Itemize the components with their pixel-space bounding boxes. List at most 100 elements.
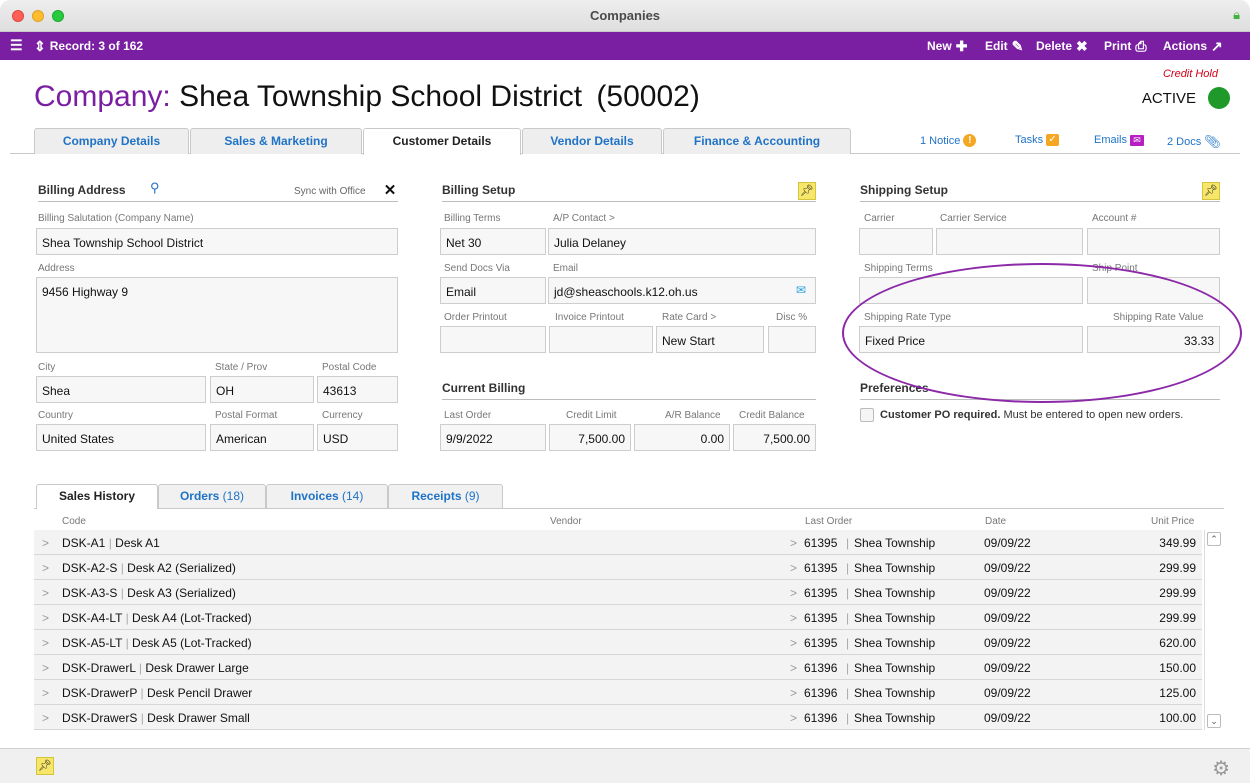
print-button[interactable]: Print ⎙ xyxy=(1104,39,1147,53)
expand-arrow-icon[interactable]: > xyxy=(42,536,49,550)
send-docs-field[interactable]: Email xyxy=(440,277,546,304)
table-row[interactable]: > >61395 | Shea Township 09/09/22 349.99 DSK-A… xyxy=(34,530,1202,555)
table-row[interactable]: > >61396 | Shea Township 09/09/22 100.00 DSK-D… xyxy=(34,705,1202,730)
notices-link[interactable]: 1 Notice! xyxy=(920,134,977,147)
edit-button[interactable]: Edit ✎ xyxy=(985,39,1023,53)
table-row[interactable]: > >61395 | Shea Township 09/09/22 299.99 DSK-A… xyxy=(34,605,1202,630)
column-header-last-order[interactable]: Last Order xyxy=(805,516,852,527)
email-field[interactable]: jd@sheaschools.k12.oh.us xyxy=(548,277,816,304)
delete-button[interactable]: Delete ✖ xyxy=(1036,39,1088,53)
carrier-service-field[interactable] xyxy=(936,228,1083,255)
shipping-terms-label: Shipping Terms xyxy=(864,263,933,274)
ap-contact-field[interactable]: Julia Delaney xyxy=(548,228,816,255)
status-indicator[interactable] xyxy=(1208,87,1230,109)
sync-checkbox[interactable]: ✕ xyxy=(382,183,398,199)
state-field[interactable]: OH xyxy=(210,376,314,403)
code-separator: | xyxy=(122,636,133,650)
tab-finance-accounting[interactable]: Finance & Accounting xyxy=(663,128,851,154)
order-arrow-icon[interactable]: > xyxy=(790,586,797,600)
footer-pin-icon[interactable]: 📌︎ xyxy=(36,757,54,775)
country-label: Country xyxy=(38,410,74,421)
tab-invoices[interactable]: Invoices (14) xyxy=(266,484,388,508)
new-button[interactable]: New ✚ xyxy=(927,39,967,53)
order-arrow-icon[interactable]: > xyxy=(790,711,797,725)
expand-arrow-icon[interactable]: > xyxy=(42,686,49,700)
actions-button[interactable]: Actions ↗ xyxy=(1163,39,1223,53)
scroll-up-icon[interactable]: ⌃ xyxy=(1207,532,1221,546)
po-required-checkbox[interactable] xyxy=(860,408,874,422)
expand-arrow-icon[interactable]: > xyxy=(42,611,49,625)
disc-label: Disc % xyxy=(776,312,808,323)
docs-link[interactable]: 2 Docs 📎︎ xyxy=(1167,134,1221,150)
send-email-icon[interactable]: ✉ xyxy=(796,283,806,297)
expand-arrow-icon[interactable]: > xyxy=(42,636,49,650)
order-arrow-icon[interactable]: > xyxy=(790,561,797,575)
emails-link[interactable]: Emails ✉ xyxy=(1094,134,1145,146)
tab-sales-history[interactable]: Sales History xyxy=(36,484,158,509)
rate-card-field[interactable]: New Start xyxy=(656,326,764,353)
postal-format-field[interactable]: American xyxy=(210,424,314,451)
order-printout-field[interactable] xyxy=(440,326,546,353)
gear-icon[interactable]: ⚙ xyxy=(1212,756,1230,781)
order-number: 61395 xyxy=(804,636,838,650)
column-header-date[interactable]: Date xyxy=(985,516,1006,527)
list-menu-button[interactable]: ☰ xyxy=(10,38,23,52)
tab-receipts[interactable]: Receipts (9) xyxy=(388,484,503,508)
last-order-field[interactable]: 9/9/2022 xyxy=(440,424,546,451)
order-date: 09/09/22 xyxy=(984,586,1031,600)
credit-balance-field[interactable]: 7,500.00 xyxy=(733,424,816,451)
credit-limit-field[interactable]: 7,500.00 xyxy=(549,424,631,451)
address-field[interactable]: 9456 Highway 9 xyxy=(36,277,398,353)
order-printout-label: Order Printout xyxy=(444,312,507,323)
table-row[interactable]: > >61395 | Shea Township 09/09/22 620.00 DSK-A… xyxy=(34,630,1202,655)
ar-balance-field[interactable]: 0.00 xyxy=(634,424,730,451)
column-header-code[interactable]: Code xyxy=(62,516,86,527)
scroll-down-icon[interactable]: ⌄ xyxy=(1207,714,1221,728)
carrier-label: Carrier xyxy=(864,213,895,224)
table-row[interactable]: > >61396 | Shea Township 09/09/22 125.00 DSK-D… xyxy=(34,680,1202,705)
billing-terms-field[interactable]: Net 30 xyxy=(440,228,546,255)
table-scrollbar[interactable]: ⌃ ⌄ xyxy=(1204,530,1222,730)
rate-card-label[interactable]: Rate Card > xyxy=(662,312,716,323)
ap-contact-label[interactable]: A/P Contact > xyxy=(553,213,615,224)
column-header-unit-price[interactable]: Unit Price xyxy=(1151,516,1194,527)
order-arrow-icon[interactable]: > xyxy=(790,661,797,675)
record-navigator[interactable]: ⇕ Record: 3 of 162 xyxy=(34,39,143,53)
order-arrow-icon[interactable]: > xyxy=(790,536,797,550)
salutation-field[interactable]: Shea Township School District xyxy=(36,228,398,255)
postal-field[interactable]: 43613 xyxy=(317,376,398,403)
x-icon: ✖ xyxy=(1076,38,1088,54)
tab-customer-details[interactable]: Customer Details xyxy=(363,128,521,155)
order-arrow-icon[interactable]: > xyxy=(790,636,797,650)
order-arrow-icon[interactable]: > xyxy=(790,686,797,700)
item-code: DSK-DrawerL xyxy=(62,661,136,675)
tab-sales-marketing[interactable]: Sales & Marketing xyxy=(190,128,362,154)
order-arrow-icon[interactable]: > xyxy=(790,611,797,625)
expand-arrow-icon[interactable]: > xyxy=(42,661,49,675)
country-field[interactable]: United States xyxy=(36,424,206,451)
table-row[interactable]: > >61395 | Shea Township 09/09/22 299.99 DSK-A… xyxy=(34,555,1202,580)
city-field[interactable]: Shea xyxy=(36,376,206,403)
expand-arrow-icon[interactable]: > xyxy=(42,561,49,575)
ar-balance-label: A/R Balance xyxy=(665,410,721,421)
location-pin-icon[interactable]: ⚲ xyxy=(150,180,160,196)
expand-arrow-icon[interactable]: > xyxy=(42,586,49,600)
table-row[interactable]: > >61395 | Shea Township 09/09/22 299.99 DSK-A… xyxy=(34,580,1202,605)
unit-price: 620.00 xyxy=(1159,636,1196,650)
tasks-link[interactable]: Tasks ✓ xyxy=(1015,134,1060,146)
column-header-vendor[interactable]: Vendor xyxy=(550,516,582,527)
carrier-field[interactable] xyxy=(859,228,933,255)
shipping-setup-pin-icon[interactable]: 📌︎ xyxy=(1202,182,1220,200)
tab-vendor-details[interactable]: Vendor Details xyxy=(522,128,662,154)
tab-company-details[interactable]: Company Details xyxy=(34,128,189,154)
credit-hold-label[interactable]: Credit Hold xyxy=(1163,68,1218,80)
currency-field[interactable]: USD xyxy=(317,424,398,451)
notices-label: 1 Notice xyxy=(920,134,961,147)
expand-arrow-icon[interactable]: > xyxy=(42,711,49,725)
disc-field[interactable] xyxy=(768,326,816,353)
invoice-printout-field[interactable] xyxy=(549,326,653,353)
tab-orders[interactable]: Orders (18) xyxy=(158,484,266,508)
account-field[interactable] xyxy=(1087,228,1220,255)
table-row[interactable]: > >61396 | Shea Township 09/09/22 150.00 DSK-D… xyxy=(34,655,1202,680)
billing-setup-pin-icon[interactable]: 📌︎ xyxy=(798,182,816,200)
